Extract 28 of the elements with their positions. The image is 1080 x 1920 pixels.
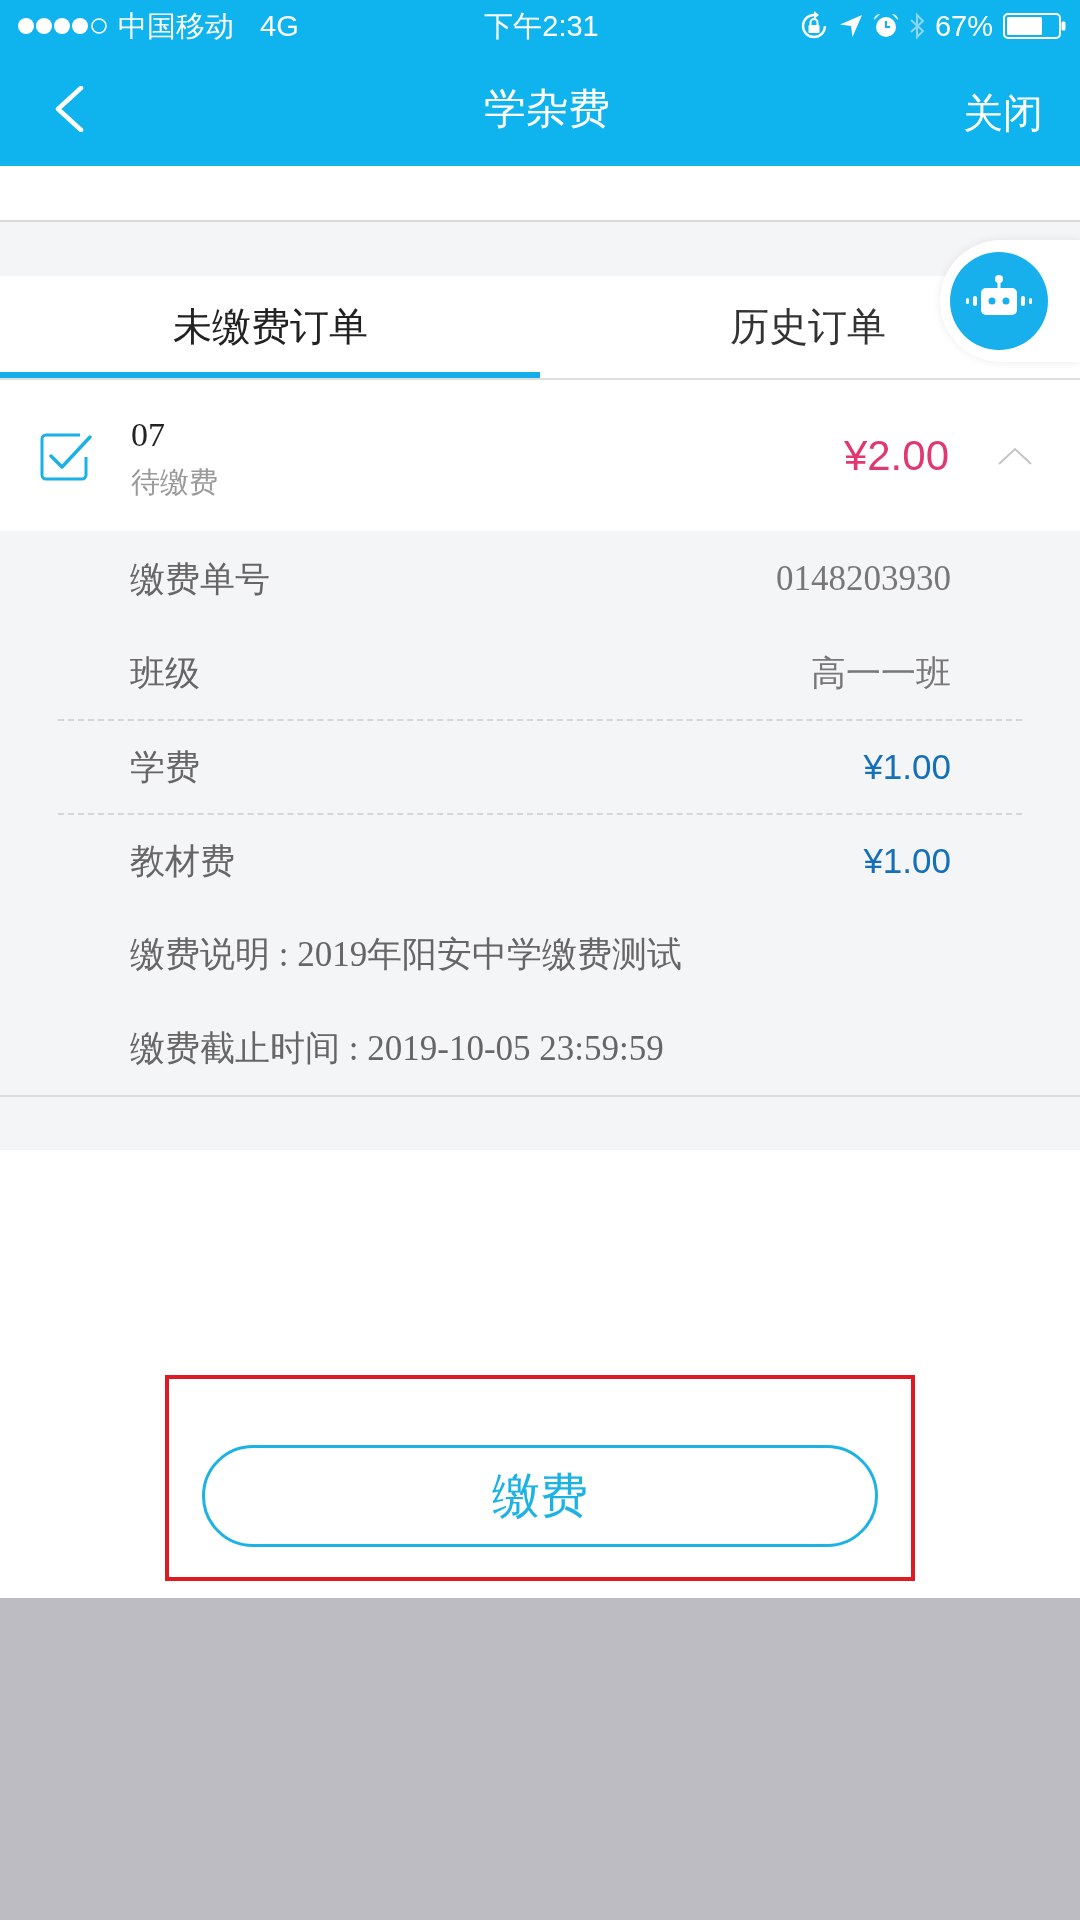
detail-label: 学费 bbox=[130, 745, 200, 788]
order-number: 07 bbox=[131, 414, 166, 455]
payment-note: 缴费说明 : 2019年阳安中学缴费测试 bbox=[129, 933, 684, 976]
page-title: 学杂费 bbox=[483, 84, 610, 134]
battery-percent: 67% bbox=[934, 11, 993, 41]
network-type: 4G bbox=[260, 11, 299, 41]
bluetooth-icon bbox=[908, 12, 925, 40]
detail-label: 班级 bbox=[130, 651, 200, 694]
carrier-name: 中国移动 bbox=[118, 11, 234, 41]
fee-amount: ¥1.00 bbox=[863, 747, 951, 787]
fee-amount: ¥1.00 bbox=[863, 841, 951, 881]
order-card[interactable]: 07 待缴费 ¥2.00 bbox=[0, 380, 1080, 531]
location-arrow-icon bbox=[838, 14, 863, 38]
battery-icon bbox=[1003, 13, 1066, 39]
order-status: 待缴费 bbox=[131, 464, 218, 499]
alarm-icon bbox=[872, 13, 899, 39]
payment-note: 缴费截止时间 : 2019-10-05 23:59:59 bbox=[129, 1027, 665, 1070]
order-amount: ¥2.00 bbox=[843, 431, 949, 480]
robot-icon bbox=[950, 252, 1048, 350]
detail-value: 高一一班 bbox=[811, 652, 951, 695]
detail-value: 0148203930 bbox=[776, 559, 951, 599]
status-time: 下午2:31 bbox=[484, 11, 599, 41]
robot-button[interactable] bbox=[940, 240, 1080, 362]
chevron-up-icon[interactable] bbox=[998, 446, 1032, 465]
detail-label: 教材费 bbox=[130, 839, 235, 882]
detail-label: 缴费单号 bbox=[130, 557, 270, 600]
signal-icon bbox=[17, 17, 108, 35]
back-icon bbox=[54, 86, 84, 132]
